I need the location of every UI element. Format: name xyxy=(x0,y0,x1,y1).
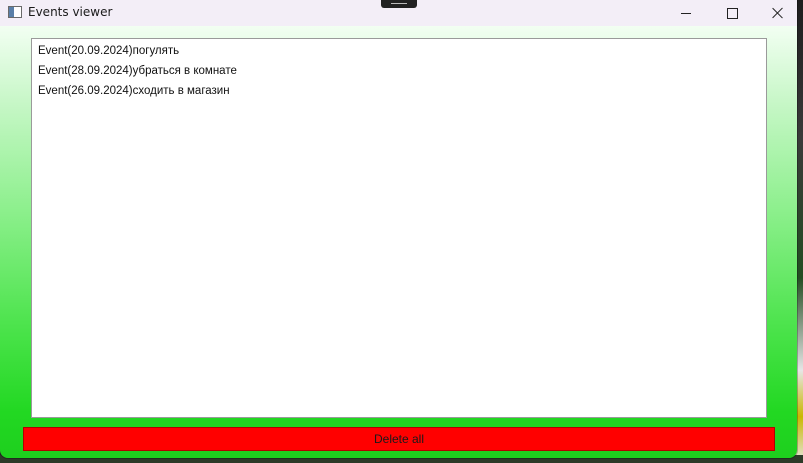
window-title: Events viewer xyxy=(28,5,113,19)
minimize-icon xyxy=(681,12,691,14)
maximize-icon xyxy=(726,7,738,19)
list-item[interactable]: Event(28.09.2024)убраться в комнате xyxy=(32,61,766,81)
delete-all-button[interactable]: Delete all xyxy=(23,427,775,451)
app-window-icon xyxy=(8,6,22,18)
close-button[interactable] xyxy=(755,0,797,26)
list-item[interactable]: Event(26.09.2024)сходить в магазин xyxy=(32,81,766,101)
events-viewer-window: Events viewer Event(20.09.2024)погулять … xyxy=(0,0,797,458)
close-icon xyxy=(772,7,784,19)
minimize-button[interactable] xyxy=(663,0,709,26)
snap-layout-handle[interactable] xyxy=(381,0,417,8)
list-item[interactable]: Event(20.09.2024)погулять xyxy=(32,41,766,61)
maximize-button[interactable] xyxy=(709,0,755,26)
events-listbox[interactable]: Event(20.09.2024)погулять Event(28.09.20… xyxy=(31,38,767,418)
